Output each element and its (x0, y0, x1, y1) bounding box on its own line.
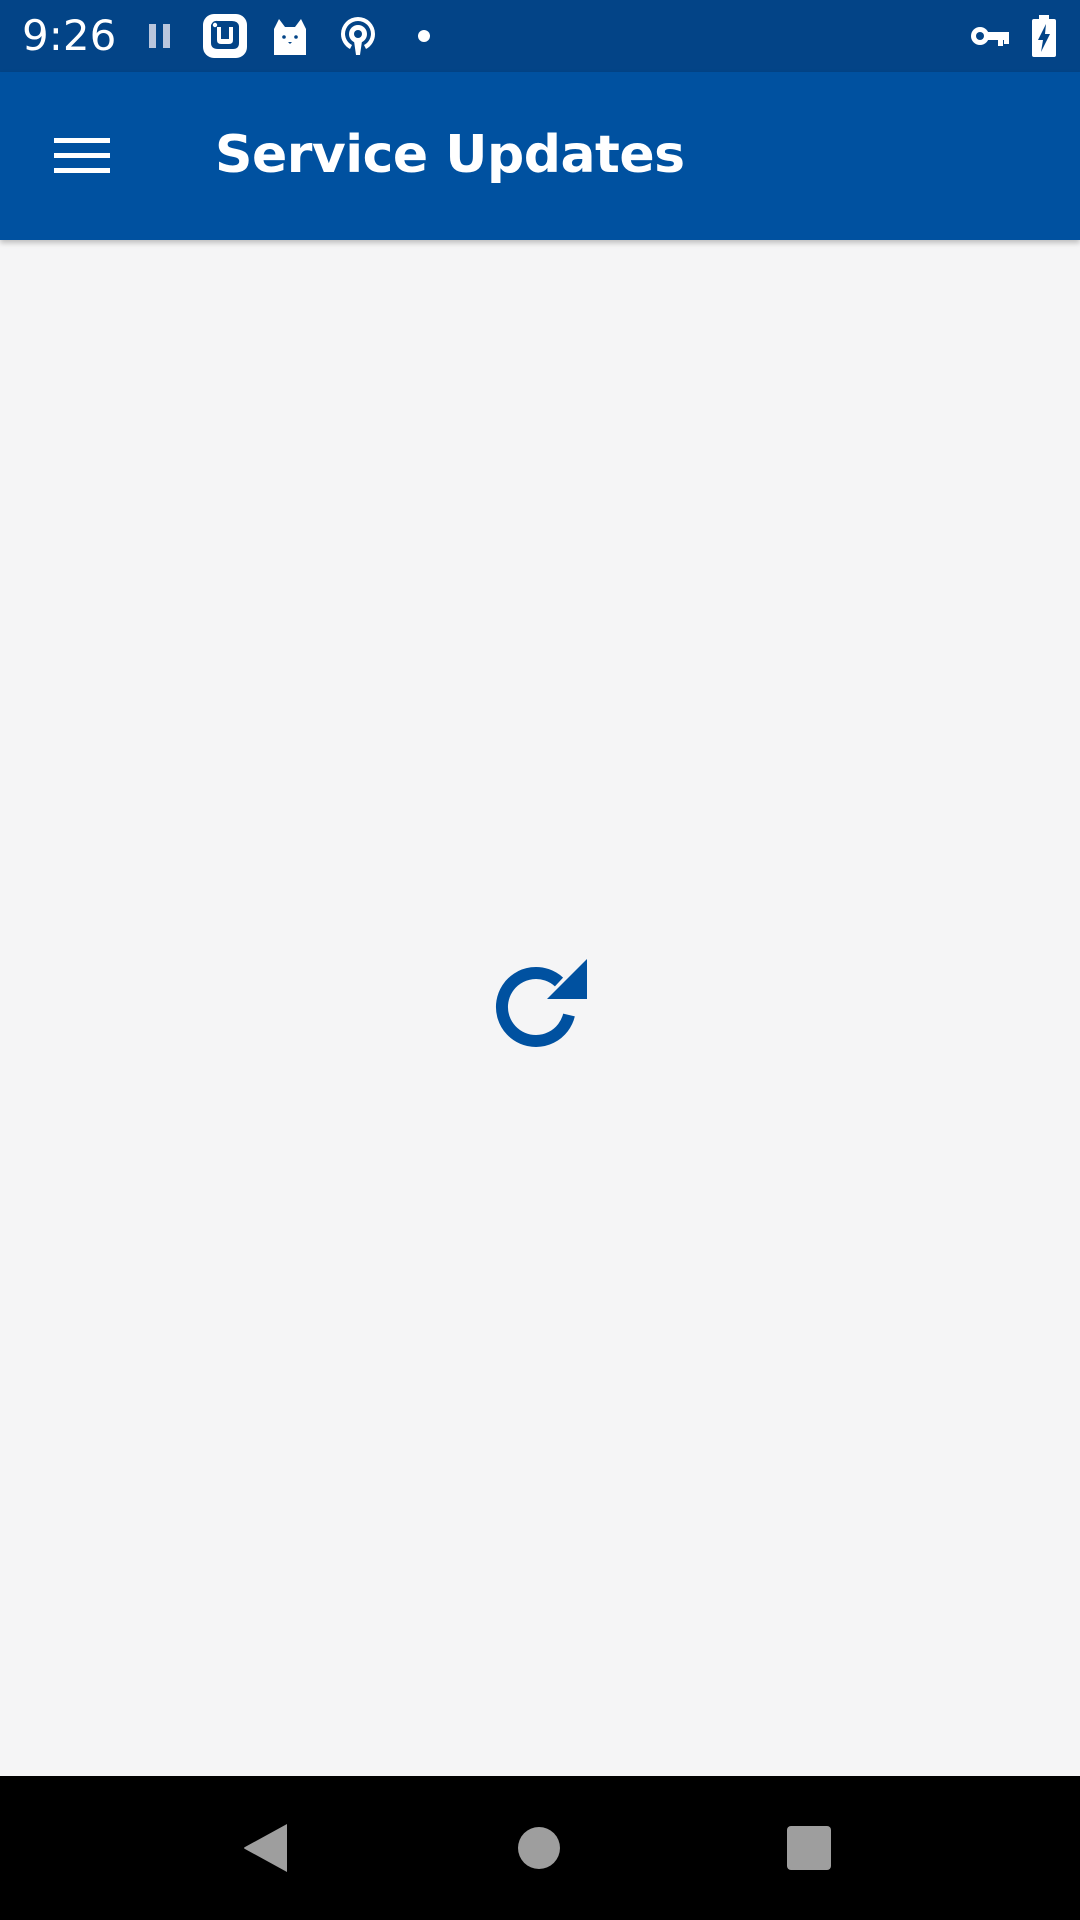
cat-notification-icon (268, 0, 312, 72)
app-notification-icon (200, 0, 250, 72)
dot-icon (412, 0, 436, 72)
page-title: Service Updates (215, 125, 685, 185)
home-icon[interactable] (485, 1794, 593, 1902)
status-time: 9:26 (22, 11, 117, 60)
refresh-icon[interactable] (480, 948, 598, 1066)
hamburger-menu-icon[interactable] (28, 102, 136, 210)
battery-charging-icon (1028, 0, 1060, 72)
podcast-notification-icon (336, 0, 380, 72)
status-bar: 9:26 (0, 0, 1080, 72)
vpn-key-icon (968, 0, 1012, 72)
app-bar: Service Updates (0, 72, 1080, 240)
recents-icon[interactable] (755, 1794, 863, 1902)
navigation-bar (0, 1776, 1080, 1920)
back-icon[interactable] (212, 1794, 320, 1902)
screen: 9:26 Service Updates (0, 0, 1080, 1920)
pause-icon (145, 0, 175, 72)
